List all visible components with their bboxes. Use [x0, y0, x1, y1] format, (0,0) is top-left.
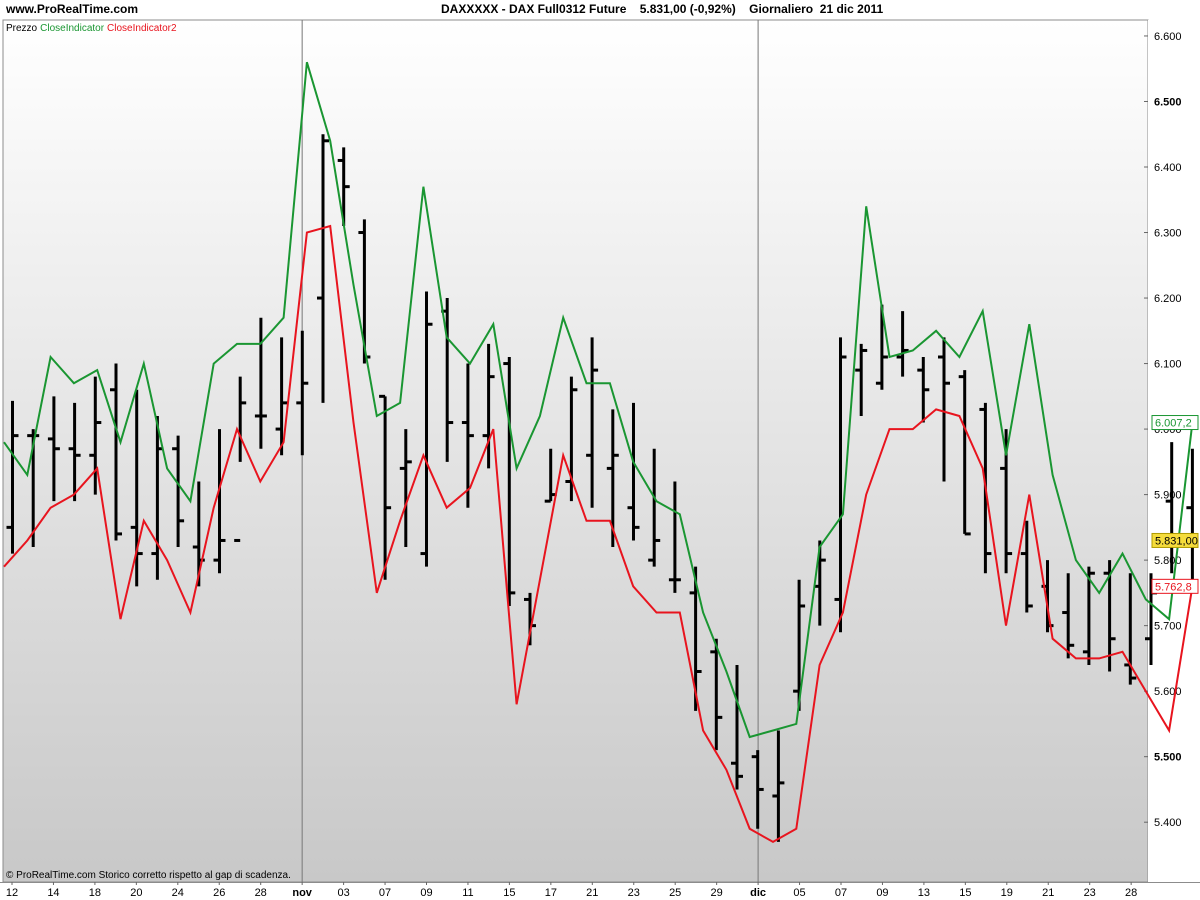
- y-tick-label: 5.600: [1154, 686, 1182, 698]
- x-tick-label: 21: [1042, 887, 1054, 899]
- x-tick-label: 15: [959, 887, 971, 899]
- legend-close-indicator2: CloseIndicator2: [107, 23, 177, 34]
- x-tick-label: nov: [292, 887, 312, 899]
- y-tick-label: 5.700: [1154, 621, 1182, 633]
- x-tick-label: 23: [628, 887, 640, 899]
- x-tick-label: 29: [711, 887, 723, 899]
- x-tick-label: 09: [876, 887, 888, 899]
- y-tick-label: 6.400: [1154, 162, 1182, 174]
- value-label: 5.831,00: [1155, 535, 1198, 547]
- plot-area[interactable]: [2, 19, 1149, 883]
- x-tick-label: 28: [255, 887, 267, 899]
- x-tick-label: 12: [6, 887, 18, 899]
- chart-window: www.ProRealTime.com DAXXXXX - DAX Full03…: [0, 0, 1200, 900]
- value-label: 6.007,2: [1155, 418, 1192, 430]
- x-tick-label: 11: [462, 887, 473, 899]
- last-value-close-indicator2: 5.762,8: [1151, 578, 1199, 594]
- last-value-price: 5.831,00: [1151, 532, 1199, 548]
- x-tick-label: 19: [1001, 887, 1013, 899]
- legend-close-indicator: CloseIndicator: [40, 23, 105, 34]
- value-label: 5.762,8: [1155, 581, 1192, 593]
- x-tick-label: 28: [1125, 887, 1137, 899]
- x-tick-label: 26: [213, 887, 225, 899]
- y-tick-label: 6.500: [1154, 96, 1182, 108]
- x-tick-label: 17: [545, 887, 557, 899]
- x-tick-label: 24: [172, 887, 184, 899]
- legend-price: Prezzo: [6, 23, 38, 34]
- x-tick-label: 18: [89, 887, 101, 899]
- x-tick-label: 25: [669, 887, 681, 899]
- x-tick-label: dic: [750, 887, 766, 899]
- y-tick-label: 5.500: [1154, 752, 1182, 764]
- x-tick-label: 20: [130, 887, 142, 899]
- x-tick-label: 05: [793, 887, 805, 899]
- y-tick-label: 5.400: [1154, 817, 1182, 829]
- x-tick-label: 07: [835, 887, 847, 899]
- copyright-note: © ProRealTime.com Storico corretto rispe…: [6, 870, 291, 881]
- x-tick-label: 07: [379, 887, 391, 899]
- y-tick-label: 6.100: [1154, 359, 1182, 371]
- x-tick-label: 03: [337, 887, 349, 899]
- x-tick-label: 09: [420, 887, 432, 899]
- y-tick-label: 6.200: [1154, 293, 1182, 305]
- y-tick-label: 6.600: [1154, 31, 1182, 43]
- price-chart[interactable]: 5.4005.5005.6005.7005.8005.9006.0006.100…: [0, 0, 1200, 900]
- legend: Prezzo CloseIndicator CloseIndicator2: [6, 23, 177, 34]
- x-tick-label: 23: [1084, 887, 1096, 899]
- x-tick-label: 13: [918, 887, 930, 899]
- x-tick-label: 14: [47, 887, 59, 899]
- x-tick-label: 21: [586, 887, 598, 899]
- last-value-close-indicator: 6.007,2: [1151, 415, 1199, 431]
- y-tick-label: 6.300: [1154, 228, 1182, 240]
- x-tick-label: 15: [503, 887, 515, 899]
